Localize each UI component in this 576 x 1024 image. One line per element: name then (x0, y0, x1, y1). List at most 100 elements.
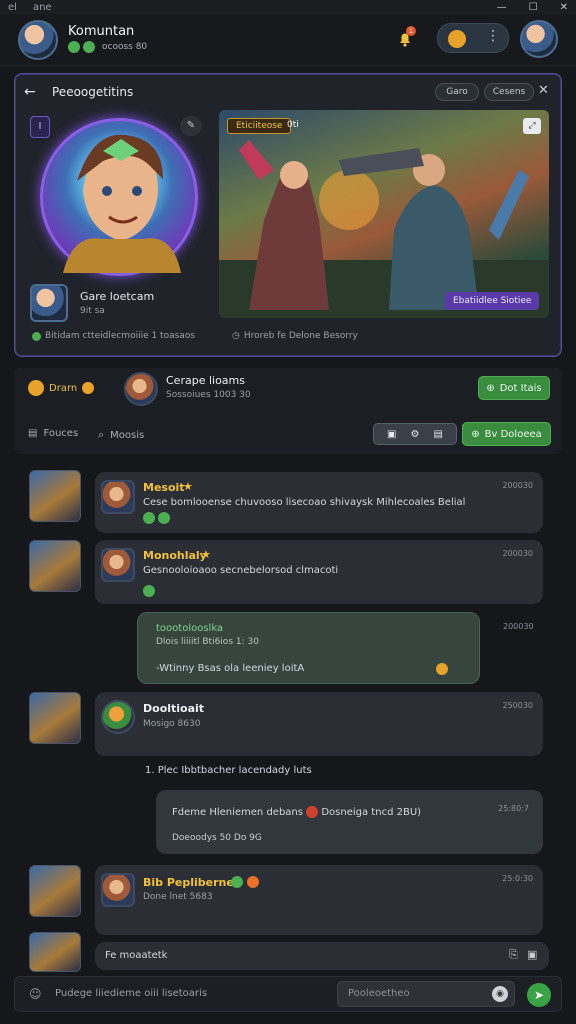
input-placeholder: Pooleoetheo (348, 988, 410, 999)
star-icon: ★ (201, 548, 211, 561)
rank-badge: Drarn (28, 380, 95, 396)
close-panel-icon[interactable]: ✕ (538, 83, 549, 98)
status-dot-icon (83, 41, 95, 53)
minimize-icon[interactable]: — (497, 2, 507, 13)
search-label: Moosis (110, 429, 145, 441)
app-header: Komuntan ocooss 80 1 ⋮ (0, 14, 576, 66)
send-button[interactable]: ➤ (527, 983, 551, 1007)
account-menu-button[interactable]: ⋮ (437, 23, 509, 53)
post-thumbnail[interactable] (29, 932, 81, 972)
message-card-reply[interactable]: Fdeme Hleniemen debans Dosneiga tncd 2BU… (156, 790, 543, 854)
player-sub: 9it sa (80, 306, 105, 316)
join-label: Dot Itais (499, 382, 542, 394)
more-vertical-icon[interactable]: ⋮ (486, 28, 500, 44)
post-thumbnail[interactable] (29, 470, 81, 522)
message-text: Gesnooloioaoo secnebelorsod clmacoti (143, 565, 339, 576)
message-card[interactable]: Bib Pepliberne Done lnet 5683 25:0:30 (95, 865, 543, 935)
profile-avatar[interactable] (520, 20, 558, 58)
message-text: Fe moaatetk (105, 950, 168, 961)
message-card[interactable]: Dooltioait Mosigo 8630 250030 (95, 692, 543, 756)
trophy-icon (28, 380, 44, 396)
bell-icon[interactable]: 1 (394, 26, 416, 50)
image-icon[interactable]: ▣ (527, 948, 537, 961)
reaction-row[interactable] (143, 582, 155, 601)
reaction-row[interactable] (143, 512, 170, 524)
reply-text: Dosneiga tncd 2BU) (321, 807, 422, 818)
message-card-highlight[interactable]: toootolooslka Dlois liiiitl Bti6ios 1: 3… (137, 612, 480, 684)
reply-sub: Doeoodys 50 Do 9G (172, 833, 262, 843)
mic-icon[interactable]: ◉ (492, 986, 508, 1002)
online-dot-icon (32, 331, 41, 341)
panel-title: Peeoogetitins (52, 85, 134, 99)
join-button[interactable]: ⊕ Dot Itais (478, 376, 550, 400)
team-name: Cerape lioams (166, 374, 245, 387)
app-title: Komuntan (68, 24, 135, 39)
emoji-icon (231, 876, 243, 888)
author-name: toootolooslka (156, 623, 224, 634)
battle-scene-icon (219, 140, 549, 318)
scene-tag-2: 0ti (287, 120, 299, 130)
action-label: Bv Doloeea (484, 428, 542, 440)
emoji-picker-icon[interactable]: ☺ (29, 987, 42, 1001)
stat-left: Bitidam ctteidlecmoiiie 1 toasaos (32, 331, 195, 341)
scene-badge: Ebatiidlee Siotiee (445, 292, 540, 310)
reaction-icon[interactable] (143, 512, 155, 524)
scene-tag: Eticiiteose (227, 118, 292, 134)
stat-right-text: Hroreb fe Delone Besorry (243, 331, 358, 341)
author-name: Fdeme Hleniemen debans Dosneiga tncd 2BU… (172, 806, 421, 818)
message-input[interactable]: Pooleoetheo ◉ (337, 981, 515, 1007)
message-time: 200030 (502, 549, 533, 558)
author-name: Bib Pepliberne (143, 876, 234, 889)
expand-icon[interactable]: ⤢ (523, 118, 541, 134)
author-name: Dooltioait (143, 702, 205, 715)
chip-game[interactable]: Garo (435, 83, 479, 101)
coin-icon (448, 30, 466, 48)
message-text: 1. Plec Ibbtbacher lacendady luts (145, 765, 312, 776)
search-icon: ⌕ (98, 428, 105, 441)
hero-portrait (40, 118, 198, 276)
author-avatar (101, 700, 135, 734)
message-time: 250030 (502, 701, 533, 710)
post-thumbnail[interactable] (29, 865, 81, 917)
filter-control[interactable]: ▤ Fouces (28, 428, 78, 439)
list-view-icon[interactable]: ▤ (434, 429, 443, 440)
notification-badge: 1 (406, 26, 416, 36)
close-window-icon[interactable]: ✕ (560, 2, 568, 13)
stat-left-text: Bitidam ctteidlecmoiiie 1 toasaos (45, 331, 196, 341)
settings-icon[interactable]: ⚙ (411, 429, 420, 440)
chip-cases[interactable]: Cesens (484, 83, 534, 101)
author-avatar (101, 873, 135, 907)
window-titlebar: el ane — ☐ ✕ (0, 0, 576, 14)
message-time: 25:80:7 (498, 804, 529, 813)
stat-right: ◷ Hroreb fe Delone Besorry (232, 331, 358, 341)
message-card[interactable]: Monohlaly ★ Gesnooloioaoo secnebelorsod … (95, 540, 543, 604)
back-arrow-icon[interactable]: ← (24, 84, 36, 100)
menu-item-left[interactable]: el (8, 2, 17, 13)
app-subtitle: ocooss 80 (102, 42, 148, 52)
reply-author: Fdeme Hleniemen debans (172, 807, 303, 818)
action-button[interactable]: ⊕ Bv Doloeea (462, 422, 551, 446)
search-control[interactable]: ⌕ Moosis (98, 428, 144, 442)
message-card[interactable]: Fe moaatetk ⎘ ▣ (95, 942, 549, 970)
player-name: Gare loetcam (80, 290, 155, 303)
status-row: ocooss 80 (68, 41, 147, 53)
player-avatar[interactable] (30, 284, 68, 322)
view-toggle-group[interactable]: ▣ ⚙ ▤ (373, 423, 457, 445)
star-icon: ★ (183, 480, 193, 493)
clock-icon: ◷ (232, 331, 240, 341)
team-avatar[interactable] (124, 372, 158, 406)
attachment-icon[interactable]: ⎘ (509, 948, 518, 962)
user-avatar[interactable] (18, 20, 58, 60)
menu-item-mid[interactable]: ane (33, 2, 52, 13)
post-thumbnail[interactable] (29, 692, 81, 744)
message-time: 200030 (502, 481, 533, 490)
maximize-icon[interactable]: ☐ (529, 2, 538, 13)
message-card[interactable]: Mesoit ★ Cese bomlooense chuvooso liseco… (95, 472, 543, 533)
post-thumbnail[interactable] (29, 540, 81, 592)
filter-icon: ▤ (28, 428, 38, 439)
author-name: Mesoit (143, 481, 185, 494)
emoji-icon (306, 806, 319, 818)
reaction-icon[interactable] (143, 585, 155, 597)
grid-view-icon[interactable]: ▣ (387, 429, 396, 440)
reaction-icon[interactable] (158, 512, 170, 524)
